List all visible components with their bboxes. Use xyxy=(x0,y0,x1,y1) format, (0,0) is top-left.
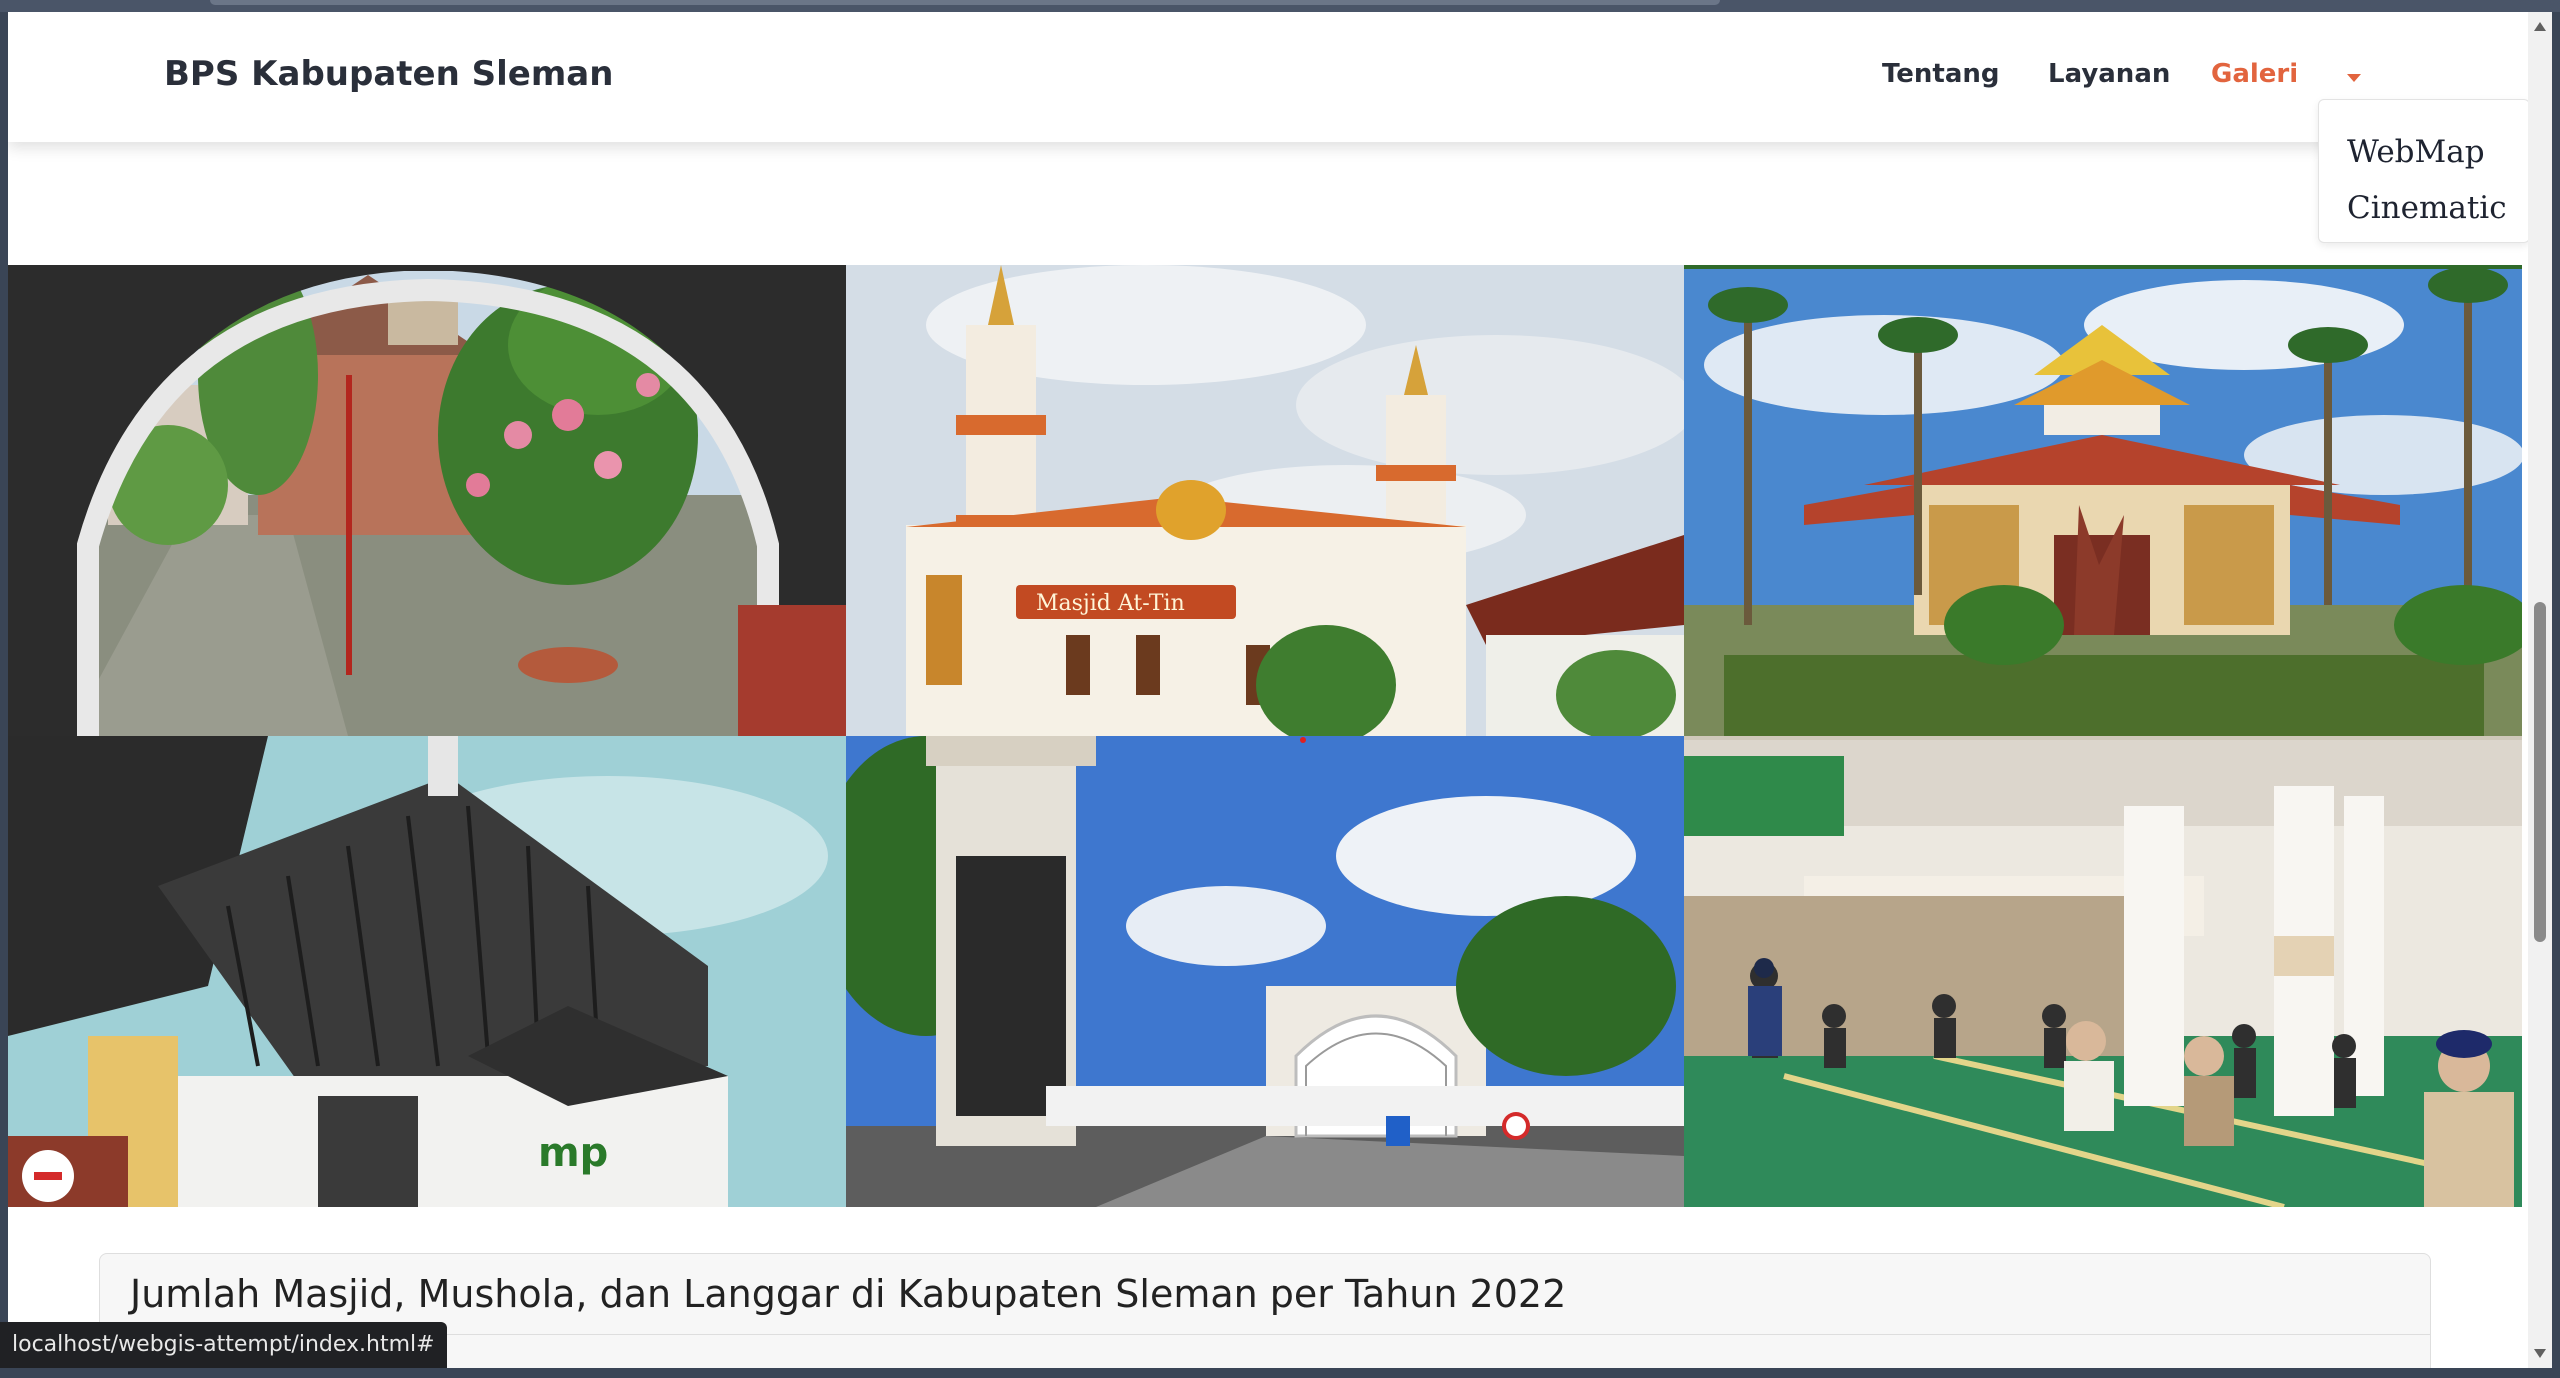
dropdown-item-webmap[interactable]: WebMap xyxy=(2347,134,2485,170)
nav-link-tentang[interactable]: Tentang xyxy=(1882,59,2000,89)
mosque-sign-text: Masjid At-Tin xyxy=(1036,591,1185,616)
gallery-photo-masjid-at-tin[interactable]: Masjid At-Tin xyxy=(846,265,1684,736)
dropdown-toggle[interactable] xyxy=(2344,68,2364,88)
statistics-card: Jumlah Masjid, Mushola, dan Langgar di K… xyxy=(99,1253,2431,1368)
card-title: Jumlah Masjid, Mushola, dan Langgar di K… xyxy=(130,1272,1567,1316)
mosque-logo-text: mp xyxy=(538,1130,608,1176)
dropdown-item-cinematic[interactable]: Cinematic xyxy=(2347,190,2507,226)
mosque-gallery: Masjid At-Tin mp xyxy=(8,265,2528,1207)
nav-link-galeri[interactable]: Galeri xyxy=(2211,59,2298,89)
scroll-down-arrow-icon[interactable] xyxy=(2534,1349,2546,1358)
scroll-up-arrow-icon[interactable] xyxy=(2534,22,2546,31)
red-marker-dot xyxy=(1300,737,1306,743)
card-divider xyxy=(100,1334,2430,1335)
galeri-dropdown-menu: WebMap Cinematic xyxy=(2318,99,2528,243)
scrollbar-thumb[interactable] xyxy=(2534,602,2546,942)
gallery-photo-modern-mosque[interactable]: mp xyxy=(8,736,846,1207)
browser-top-strip xyxy=(0,0,2560,12)
nav-link-layanan[interactable]: Layanan xyxy=(2048,59,2170,89)
brand-title[interactable]: BPS Kabupaten Sleman xyxy=(164,54,613,94)
gallery-photo-joglo-mosque[interactable] xyxy=(1684,265,2522,736)
page-viewport: BPS Kabupaten Sleman Tentang Layanan Gal… xyxy=(8,12,2528,1368)
gallery-photo-mosque-gate[interactable] xyxy=(846,736,1684,1207)
navbar: BPS Kabupaten Sleman Tentang Layanan Gal… xyxy=(8,12,2528,142)
gallery-photo-garden-arch[interactable] xyxy=(8,265,846,736)
window-frame-edge xyxy=(2552,12,2560,1368)
status-bar-url: localhost/webgis-attempt/index.html# xyxy=(0,1322,447,1368)
page-scrollbar[interactable] xyxy=(2528,12,2552,1368)
caret-down-icon xyxy=(2347,74,2361,82)
address-bar-edge[interactable] xyxy=(210,0,1720,5)
gallery-photo-prayer-hall[interactable] xyxy=(1684,736,2522,1207)
